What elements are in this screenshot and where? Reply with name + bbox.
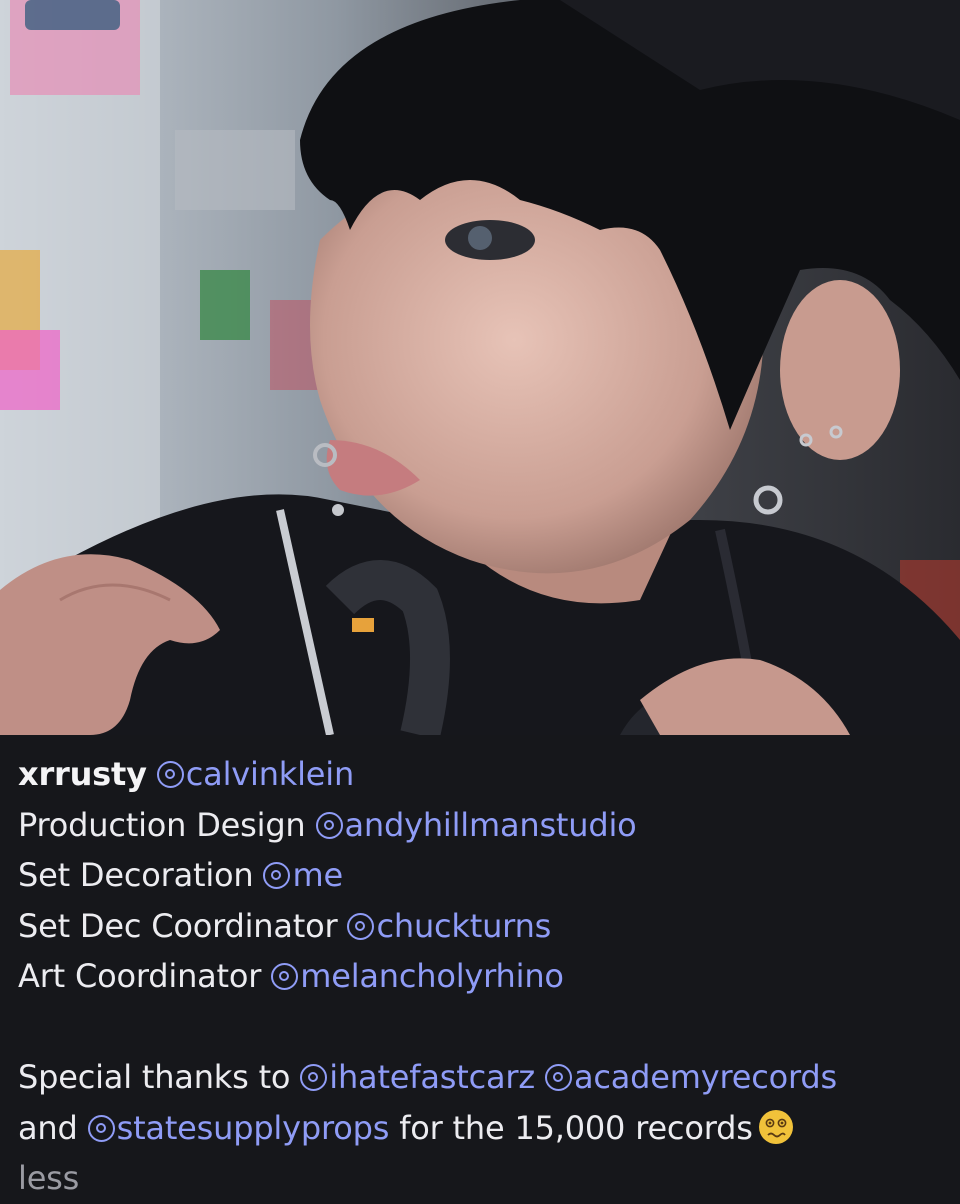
mention-link[interactable]: calvinklein (156, 755, 354, 793)
at-icon (263, 862, 291, 889)
caption-line-thanks: Special thanks to ihatefastcarz academyr… (18, 1052, 942, 1103)
woozy-face-emoji-icon (758, 1109, 793, 1144)
post-photo[interactable] (0, 0, 960, 735)
mention-link[interactable]: chuckturns (347, 907, 551, 945)
less-toggle[interactable]: less (18, 1153, 942, 1204)
mention-link[interactable]: academyrecords (544, 1058, 837, 1096)
thanks-and: and (18, 1108, 78, 1147)
photo-illustration (0, 0, 960, 735)
mention-link[interactable]: me (263, 856, 343, 894)
at-icon (87, 1114, 115, 1142)
at-icon (156, 761, 184, 788)
caption-line-4: Set Dec Coordinator chuckturns (18, 901, 942, 952)
credit-role: Production Design (18, 805, 306, 844)
credit-role: Set Decoration (18, 856, 254, 894)
thanks-suffix: for the 15,000 records (399, 1108, 753, 1147)
mention-link[interactable]: ihatefastcarz (300, 1058, 535, 1096)
at-icon (347, 912, 375, 940)
caption-line-records: and statesupplyprops for the 15,000 reco… (18, 1103, 942, 1154)
mention-link[interactable]: andyhillmanstudio (315, 806, 637, 844)
at-icon (271, 963, 299, 990)
username[interactable]: xrrusty (18, 755, 147, 793)
caption-line-2: Production Design andyhillmanstudio (18, 800, 942, 851)
at-icon (300, 1064, 328, 1091)
mention-link[interactable]: statesupplyprops (87, 1109, 389, 1147)
credit-role: Set Dec Coordinator (18, 906, 338, 945)
mention-link[interactable]: melancholyrhino (271, 957, 564, 995)
post-caption: xrrusty calvinklein Production Design an… (0, 735, 960, 1200)
at-icon (544, 1064, 572, 1091)
credit-role: Art Coordinator (18, 957, 262, 995)
caption-line-1: xrrusty calvinklein (18, 749, 942, 800)
caption-line-5: Art Coordinator melancholyrhino (18, 951, 942, 1002)
at-icon (315, 811, 343, 839)
caption-line-3: Set Decoration me (18, 850, 942, 901)
thanks-prefix: Special thanks to (18, 1058, 291, 1096)
